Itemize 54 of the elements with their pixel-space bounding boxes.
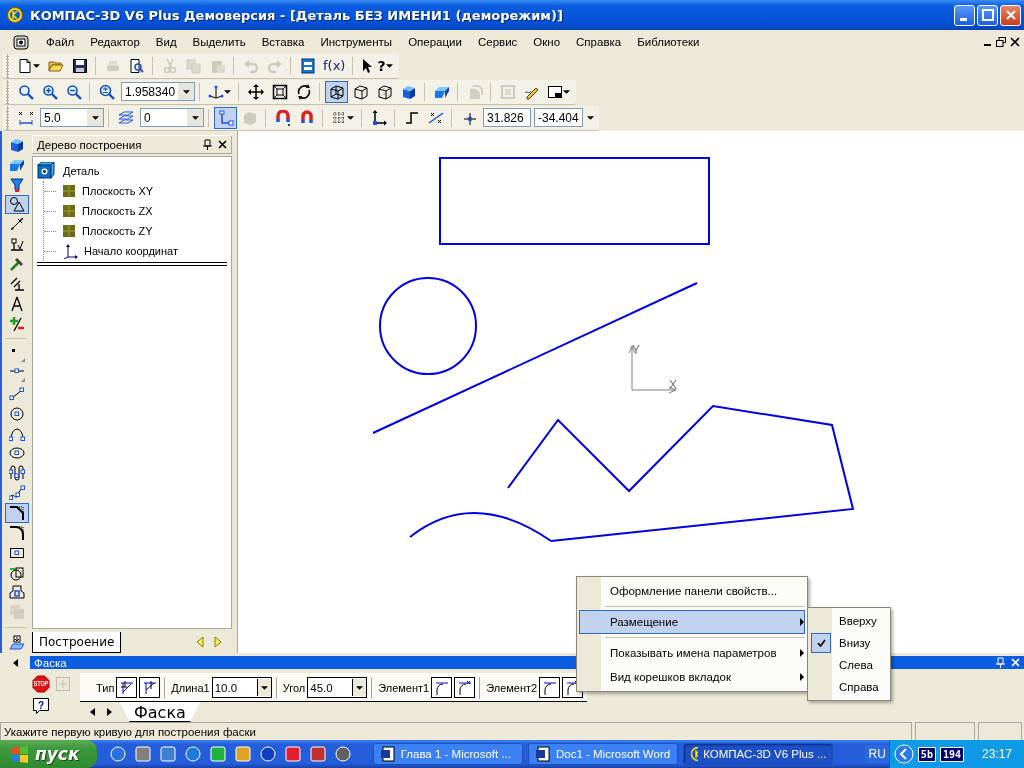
- field-label: Элемент1: [378, 681, 430, 694]
- tree-item[interactable]: Деталь: [63, 165, 100, 177]
- menu-item[interactable]: Слева: [839, 659, 873, 671]
- toolbar-button[interactable]: f(x): [320, 54, 349, 77]
- tray-icon[interactable]: 5b: [917, 746, 936, 762]
- tree-item[interactable]: Начало координат: [84, 245, 178, 257]
- menu-item[interactable]: Вверху: [839, 615, 877, 627]
- menu-item[interactable]: Справка: [568, 33, 630, 50]
- coordinate-field[interactable]: 31.826: [483, 108, 531, 127]
- taskbar-button[interactable]: Doc1 - Microsoft Word: [527, 743, 679, 765]
- combo-box[interactable]: 5.0: [40, 108, 104, 127]
- menu-item[interactable]: Внизу: [839, 637, 871, 649]
- field-label: Длина1: [171, 681, 210, 694]
- window-title: КОМПАС-3D V6 Plus Демоверсия - [Деталь БЕЗ ИМЕНИ1 (деморежим)]: [30, 7, 564, 23]
- panel-title: Дерево построения: [37, 138, 143, 151]
- tree-item[interactable]: Плоскость XY: [82, 185, 154, 197]
- menu-item[interactable]: Операции: [400, 33, 470, 50]
- axis-label: Y: [632, 343, 640, 357]
- tray-icon[interactable]: 194: [939, 746, 964, 762]
- menu-item[interactable]: Справа: [839, 681, 879, 693]
- tree-item[interactable]: Плоскость ZY: [82, 225, 153, 237]
- menu-item[interactable]: Вид корешков вкладок: [579, 665, 805, 689]
- language-indicator[interactable]: RU: [865, 745, 889, 763]
- field-label: Тип: [96, 681, 115, 694]
- combo-box[interactable]: 1.958340: [121, 82, 196, 101]
- help-button[interactable]: ?: [32, 697, 50, 715]
- menu-item[interactable]: Размещение: [579, 610, 805, 634]
- panel-tab[interactable]: Построение: [32, 631, 122, 653]
- panel-title: Фаска: [34, 656, 67, 669]
- menu-item[interactable]: Редактор: [82, 33, 148, 50]
- axis-label: X: [669, 378, 677, 392]
- panel-tab[interactable]: Фаска: [120, 702, 200, 722]
- menu-item[interactable]: Оформление панели свойств...: [579, 579, 805, 603]
- menu-item[interactable]: Инструменты: [312, 33, 401, 50]
- field-label: Элемент2: [486, 681, 538, 694]
- menu-item[interactable]: Библиотеки: [629, 33, 708, 50]
- menu-item[interactable]: Вид: [147, 33, 185, 50]
- menu-item[interactable]: Выделить: [184, 33, 254, 50]
- menu-item[interactable]: Вставка: [253, 33, 313, 50]
- combo-box[interactable]: 10.0: [211, 677, 272, 698]
- coordinate-field[interactable]: -34.404: [534, 108, 583, 127]
- combo-box[interactable]: 45.0: [307, 677, 368, 698]
- menu-item[interactable]: Сервис: [469, 33, 526, 50]
- clock: 23:17: [981, 747, 1012, 761]
- toolbar-button[interactable]: ?: [358, 54, 396, 77]
- menu-item[interactable]: Показывать имена параметров: [579, 641, 805, 665]
- combo-box[interactable]: 0: [140, 108, 204, 127]
- taskbar-button[interactable]: КОМПАС-3D V6 Plus ...: [683, 743, 834, 765]
- menu-item[interactable]: Файл: [38, 33, 83, 50]
- tree-item[interactable]: Плоскость ZX: [82, 205, 153, 217]
- start-button[interactable]: пуск: [0, 740, 97, 768]
- taskbar-button[interactable]: Глава 1 - Microsoft ...: [372, 743, 523, 765]
- menu-item[interactable]: Окно: [525, 33, 569, 50]
- field-label: Угол: [282, 681, 306, 694]
